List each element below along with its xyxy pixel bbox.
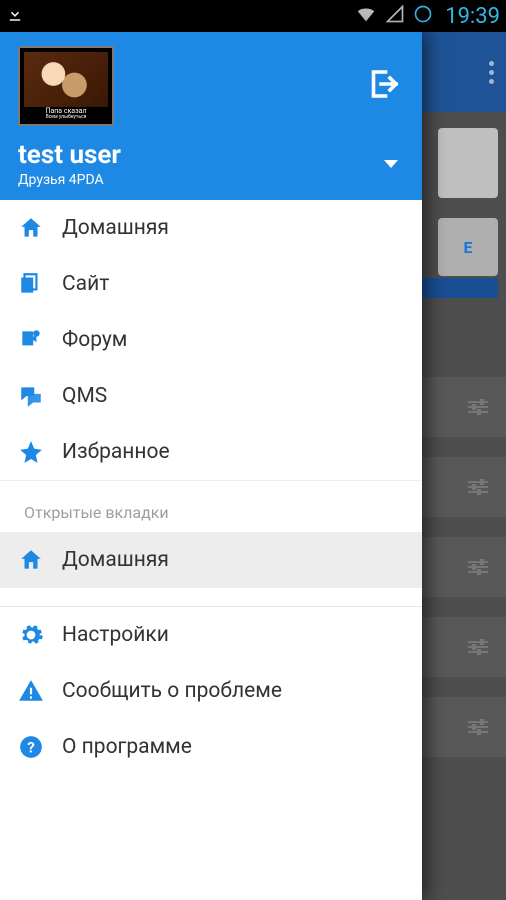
home-icon [18, 547, 44, 573]
svg-text:?: ? [27, 738, 35, 756]
slider-icon [468, 401, 488, 413]
download-icon [6, 4, 24, 28]
warning-icon [18, 678, 44, 704]
open-tabs-header: Открытые вкладки [0, 480, 422, 532]
forum-icon [18, 327, 44, 353]
android-status-bar: 19:39 [0, 0, 506, 32]
nav-label: Форум [62, 328, 127, 352]
nav-label: Избранное [62, 440, 170, 464]
nav-settings[interactable]: Настройки [0, 607, 422, 663]
bg-card-letter: E [438, 218, 498, 276]
status-clock: 19:39 [445, 4, 500, 29]
slider-icon [468, 641, 488, 653]
pages-icon [18, 271, 44, 297]
cell-signal-icon [385, 4, 405, 29]
nav-label: Сообщить о проблеме [62, 679, 282, 703]
account-dropdown-caret-icon[interactable] [384, 160, 398, 168]
star-icon [18, 439, 44, 465]
drawer-header[interactable]: Папа сказал Всем улыбнуться test user Др… [0, 32, 422, 200]
nav-report-problem[interactable]: Сообщить о проблеме [0, 663, 422, 719]
drawer-user-subtitle: Друзья 4PDA [18, 172, 121, 188]
wifi-icon [355, 3, 377, 30]
nav-favorites[interactable]: Избранное [0, 424, 422, 480]
bg-card [438, 128, 498, 198]
avatar[interactable]: Папа сказал Всем улыбнуться [18, 46, 114, 126]
slider-icon [468, 481, 488, 493]
nav-site[interactable]: Сайт [0, 256, 422, 312]
avatar-image [24, 52, 108, 107]
open-tab-home[interactable]: Домашняя [0, 532, 422, 588]
nav-label: Домашняя [62, 216, 169, 240]
gear-icon [18, 622, 44, 648]
home-icon [18, 215, 44, 241]
nav-about[interactable]: ? О программе [0, 719, 422, 775]
open-tab-label: Домашняя [62, 548, 169, 572]
chat-icon [18, 383, 44, 409]
logout-icon[interactable] [366, 66, 402, 102]
drawer-user-name: test user [18, 140, 121, 170]
avatar-caption: Папа сказал Всем улыбнуться [45, 108, 86, 120]
slider-icon [468, 721, 488, 733]
nav-label: О программе [62, 735, 192, 759]
nav-drawer: Папа сказал Всем улыбнуться test user Др… [0, 32, 422, 900]
drawer-menu: Домашняя Сайт Форум QMS Избранное Открыт… [0, 200, 422, 900]
overflow-menu-icon[interactable] [489, 61, 494, 84]
nav-label: Сайт [62, 272, 109, 296]
nav-qms[interactable]: QMS [0, 368, 422, 424]
help-icon: ? [18, 734, 44, 760]
nav-home[interactable]: Домашняя [0, 200, 422, 256]
nav-label: Настройки [62, 623, 169, 647]
nav-label: QMS [62, 384, 107, 408]
battery-icon [413, 4, 433, 29]
nav-forum[interactable]: Форум [0, 312, 422, 368]
slider-icon [468, 561, 488, 573]
